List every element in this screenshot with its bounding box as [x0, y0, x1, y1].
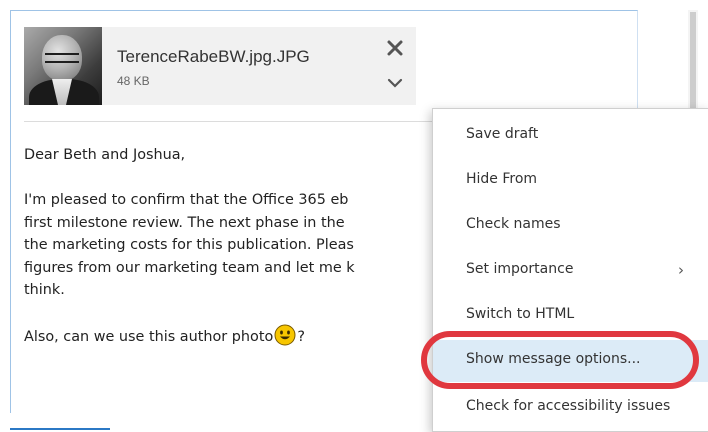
menu-item-save-draft[interactable]: Save draft — [433, 115, 708, 157]
menu-item-label: Check for accessibility issues — [466, 398, 671, 414]
menu-item-label: Show message options... — [466, 351, 641, 367]
attachment-thumbnail — [24, 27, 102, 105]
menu-item-label: Set importance — [466, 261, 574, 277]
attachment-divider — [24, 121, 438, 122]
menu-item-set-importance[interactable]: Set importance › — [433, 250, 708, 292]
menu-item-show-message-options[interactable]: Show message options... — [433, 340, 708, 382]
chevron-right-icon: › — [678, 261, 684, 279]
scrollbar-thumb[interactable] — [690, 12, 696, 118]
attachment-filename: TerenceRabeBW.jpg.JPG — [117, 47, 310, 66]
message-closing-end: ? — [297, 329, 305, 345]
menu-item-label: Save draft — [466, 126, 539, 142]
menu-item-check-accessibility[interactable]: Check for accessibility issues — [433, 387, 708, 429]
close-icon[interactable] — [384, 37, 406, 59]
menu-item-label: Switch to HTML — [466, 306, 575, 322]
attachment-size: 48 KB — [117, 74, 150, 88]
smiley-emoji-icon — [274, 324, 296, 346]
message-closing-text: Also, can we use this author photo — [24, 329, 274, 345]
menu-item-hide-from[interactable]: Hide From — [433, 160, 708, 202]
attachment-card[interactable]: TerenceRabeBW.jpg.JPG 48 KB — [24, 27, 416, 105]
chevron-down-icon[interactable] — [384, 75, 406, 91]
menu-item-label: Hide From — [466, 171, 538, 187]
menu-item-switch-to-html[interactable]: Switch to HTML — [433, 295, 708, 337]
menu-item-label: Check names — [466, 216, 561, 232]
thumbnail-glasses-shape — [45, 53, 79, 63]
more-options-menu: Save draft Hide From Check names Set imp… — [432, 108, 708, 432]
menu-item-check-names[interactable]: Check names — [433, 205, 708, 247]
